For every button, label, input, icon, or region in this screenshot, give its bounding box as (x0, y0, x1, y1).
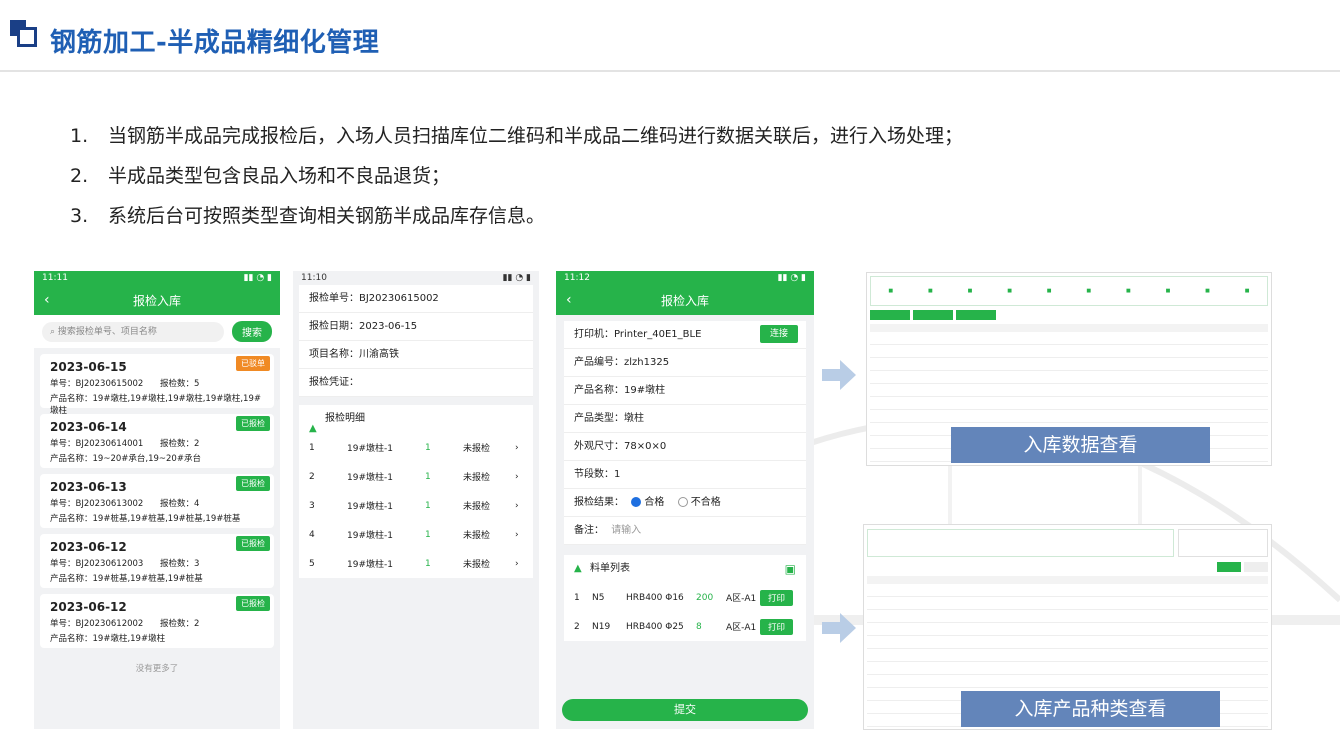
form-field: 报检单号：BJ20230615002 (299, 285, 533, 313)
stat-cell: ■ (1205, 288, 1210, 294)
status-badge: 已报检 (236, 536, 270, 551)
header-bar: 钢筋加工-半成品精细化管理 (0, 0, 1340, 72)
search-row: ⌕ 搜索报检单号、项目名称 搜索 (34, 315, 280, 348)
result-row: 报检结果： 合格 不合格 (564, 489, 806, 517)
back-icon[interactable]: ‹ (44, 292, 50, 308)
stat-cell: ■ (967, 288, 973, 294)
status-bar: 11:12 ▮▮ ◔ ▮ (556, 271, 814, 285)
bullet-item: 2. 半成品类型包含良品入场和不良品退货； (70, 165, 451, 187)
no-more-text: 没有更多了 (135, 664, 179, 674)
form-field: 外观尺寸：78×0×0 (564, 433, 806, 461)
table-row: 1 N5 HRB400 Φ16 200 A区-A1 打印 (564, 583, 806, 612)
stat-cell: ■ (928, 288, 933, 294)
app-header: ‹ 报检入库 (34, 285, 280, 315)
list-item[interactable]: 2023-06-12 已报检 单号：BJ20230612003 报检数：3 产品名… (40, 534, 274, 588)
material-list: ▲ 料单列表 ▣ 1 N5 HRB400 Φ16 200 A区-A1 打印 2 N19 HRB4… (564, 555, 806, 641)
table-row[interactable]: 4 19#墩柱-1 1 未报检 › (299, 520, 533, 549)
print-button[interactable]: 打印 (760, 589, 794, 606)
slide: 钢筋加工-半成品精细化管理 1. 当钢筋半成品完成报检后，入场人员扫描库位二维码和… (0, 0, 1340, 754)
app-title: 报检入库 (660, 293, 709, 308)
form-field: 产品名称：19#墩柱 (564, 377, 806, 405)
table-row[interactable]: 1 19#墩柱-1 1 未报检 › (299, 433, 533, 462)
status-bar: 11:11 ▮▮ ◔ ▮ (34, 271, 280, 285)
connect-button[interactable]: 连接 (759, 325, 798, 343)
form-field: 节段数：1 (564, 461, 806, 489)
table-row[interactable]: 3 19#墩柱-1 1 未报检 › (299, 491, 533, 520)
bullet-item: 1. 当钢筋半成品完成报检后，入场人员扫描库位二维码和半成品二维码进行数据关联后，… (70, 125, 964, 147)
printer-icon[interactable]: ▣ (785, 555, 796, 583)
remark-input[interactable]: 请输入 (611, 525, 641, 536)
chevron-right-icon: › (515, 500, 519, 511)
status-bar: 11:10 ▮▮ ◔ ▮ (293, 271, 539, 285)
list-item[interactable]: 2023-06-14 已报检 单号：BJ20230614001 报检数：2 产品名… (40, 414, 274, 468)
form-field: 产品类型：墩柱 (564, 405, 806, 433)
submit-button[interactable]: 提交 (562, 699, 808, 721)
remark-row: 备注： 请输入 (564, 517, 806, 545)
bullet-item: 3. 系统后台可按照类型查询相关钢筋半成品库存信息。 (70, 205, 546, 227)
pass-radio-label[interactable]: 合格 (644, 497, 664, 508)
page-title: 钢筋加工-半成品精细化管理 (50, 28, 380, 58)
caption-stock-in-type: 入库产品种类查看 (961, 691, 1220, 727)
status-badge: 已报检 (236, 476, 270, 491)
back-icon[interactable]: ‹ (566, 292, 572, 308)
radio-checked-icon[interactable] (631, 497, 642, 507)
search-input[interactable]: ⌕ 搜索报检单号、项目名称 (42, 321, 224, 342)
chevron-right-icon: › (515, 529, 519, 540)
phone-stock-in: 11:12 ▮▮ ◔ ▮ ‹ 报检入库 打印机：Printer_40E1_BLE … (556, 271, 814, 729)
tree-icon: ▲ (309, 423, 317, 434)
caption-stock-in-data: 入库数据查看 (951, 427, 1210, 463)
app-header: ‹ 报检入库 (556, 285, 814, 315)
bullet-list: 1. 当钢筋半成品完成报检后，入场人员扫描库位二维码和半成品二维码进行数据关联后，… (70, 120, 963, 240)
search-button[interactable]: 搜索 (232, 321, 272, 342)
stat-cell: ■ (1007, 288, 1012, 294)
stat-cell: ■ (1046, 288, 1052, 294)
chevron-right-icon: › (515, 471, 519, 482)
radio-unchecked-icon[interactable] (677, 497, 688, 507)
app-title: 报检入库 (132, 293, 181, 308)
table-row[interactable]: 5 19#墩柱-1 1 未报检 › (299, 549, 533, 578)
table-row: 2 N19 HRB400 Φ25 8 A区-A1 打印 (564, 612, 806, 641)
form-field: 报检凭证： (299, 369, 533, 397)
status-badge: 已报检 (236, 416, 270, 431)
stat-cell: ■ (1165, 288, 1171, 294)
printer-row: 打印机：Printer_40E1_BLE 连接 (564, 321, 806, 349)
chevron-right-icon: › (515, 558, 519, 569)
stat-cell: ■ (1244, 288, 1250, 294)
arrow-right-icon (822, 360, 856, 390)
list-item[interactable]: 2023-06-13 已报检 单号：BJ20230613002 报检数：4 产品名… (40, 474, 274, 528)
list-item[interactable]: 2023-06-15 已驳单 单号：BJ20230615002 报检数：5 产品名… (40, 354, 274, 416)
list-item[interactable]: 2023-06-12 已报检 单号：BJ20230612002 报检数：2 产品名… (40, 594, 274, 648)
stat-cell: ■ (1086, 288, 1092, 294)
form-field: 报检日期：2023-06-15 (299, 313, 533, 341)
stat-cell: ■ (1125, 288, 1131, 294)
phone-inspection-detail: 11:10 ▮▮ ◔ ▮ 报检单号：BJ20230615002 报检日期：2023… (293, 271, 539, 729)
detail-section: ▲ 报检明细 1 19#墩柱-1 1 未报检 › 2 19#墩柱-1 1 未报检 › 3 19#墩柱… (299, 405, 533, 578)
table-row[interactable]: 2 19#墩柱-1 1 未报检 › (299, 462, 533, 491)
form-field: 产品编号：zlzh1325 (564, 349, 806, 377)
chevron-right-icon: › (515, 442, 519, 453)
fail-radio-label[interactable]: 不合格 (691, 497, 721, 508)
print-button[interactable]: 打印 (760, 618, 794, 635)
form-field: 项目名称：川渝高铁 (299, 341, 533, 369)
status-badge: 已驳单 (236, 356, 270, 371)
logo-icon (10, 20, 38, 48)
phone-inspection-list: 11:11 ▮▮ ◔ ▮ ‹ 报检入库 ⌕ 搜索报检单号、项目名称 搜索 2023… (34, 271, 280, 729)
status-badge: 已报检 (236, 596, 270, 611)
tree-icon: ▲ (574, 563, 582, 574)
stat-cell: ■ (888, 288, 894, 294)
arrow-right-icon (822, 613, 856, 643)
